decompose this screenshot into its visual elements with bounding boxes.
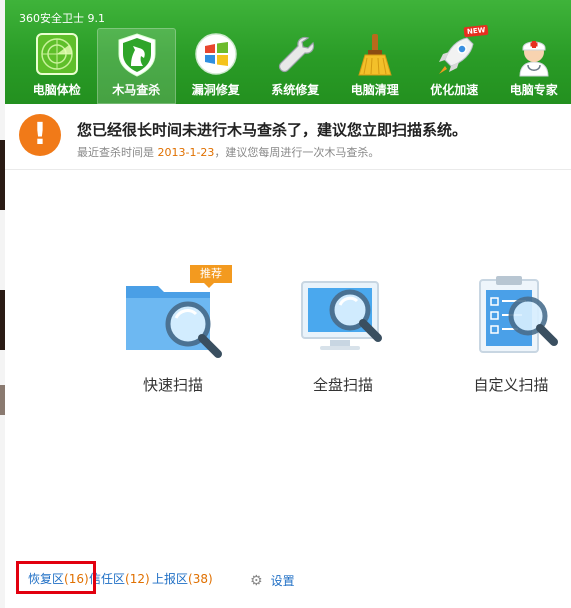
nav-label: 系统修复 [271,83,320,97]
nav-item-checkup[interactable]: 电脑体检 [17,28,97,104]
alert-sub-suffix: ，建议您每周进行一次木马查杀。 [214,146,380,159]
wrench-icon [278,36,314,73]
nav-item-cleanup[interactable]: 电脑清理 [335,28,415,104]
custom-scan-label: 自定义扫描 [473,376,549,394]
nav-item-system-repair[interactable]: 系统修复 [256,28,336,104]
alert-sub-prefix: 最近查杀时间是 [77,146,158,159]
recommend-badge: 推荐 [190,265,232,288]
last-scan-date: 2013-1-23 [157,146,215,159]
custom-scan-button[interactable]: 自定义扫描 [441,270,571,400]
nav-label: 电脑清理 [350,83,399,97]
header-bar: 360安全卫士 9.1 电脑体检 木马查杀 漏洞修复 系统修复 电脑清理 NEW… [5,0,571,104]
windows-logo-icon [195,33,237,75]
app-window: 360安全卫士 9.1 电脑体检 木马查杀 漏洞修复 系统修复 电脑清理 NEW… [5,0,571,608]
report-zone-count: (38) [188,572,213,586]
settings-label: 设置 [270,574,295,588]
nav-label: 木马查杀 [112,83,161,97]
highlight-box [16,561,96,594]
nav-label: 电脑专家 [509,83,558,97]
doctor-icon [519,41,549,77]
quick-scan-label: 快速扫描 [142,376,203,394]
scan-reminder-alert: ! 您已经很长时间未进行木马查杀了，建议您立即扫描系统。 最近查杀时间是 201… [5,104,571,170]
quick-scan-button[interactable]: 快速扫描 [103,270,243,400]
nav-label: 电脑体检 [32,83,81,97]
full-scan-label: 全盘扫描 [312,376,373,394]
rocket-icon [438,37,474,74]
gear-icon: ⚙ [250,573,263,589]
trust-zone-count: (12) [125,572,150,586]
broom-icon [358,34,392,76]
horse-shield-icon [118,33,155,77]
app-title: 360安全卫士 9.1 [19,12,105,25]
nav-label: 优化加速 [430,83,479,97]
settings-link[interactable]: ⚙ 设置 [250,572,295,589]
monitor-magnifier-icon [301,281,382,350]
nav-item-patch[interactable]: 漏洞修复 [176,28,256,104]
new-badge: NEW [463,24,489,38]
nav-item-trojan-scan[interactable]: 木马查杀 [96,28,176,104]
trust-zone-link[interactable]: 信任区(12) [89,570,150,587]
report-zone-label: 上报区 [152,572,189,586]
clipboard-magnifier-icon [479,276,558,353]
radar-icon [36,33,78,75]
nav-item-optimize[interactable]: NEW 优化加速 [415,24,495,104]
alert-title: 您已经很长时间未进行木马查杀了，建议您立即扫描系统。 [77,121,468,139]
main-nav: 电脑体检 木马查杀 漏洞修复 系统修复 电脑清理 NEW 优化加速 电脑专家 [17,24,571,104]
nav-item-expert[interactable]: 电脑专家 [494,28,571,104]
exclamation-icon: ! [19,114,61,156]
report-zone-link[interactable]: 上报区(38) [152,570,213,587]
full-scan-button[interactable]: 全盘扫描 [273,270,413,400]
nav-label: 漏洞修复 [191,83,240,97]
alert-subtitle: 最近查杀时间是 2013-1-23，建议您每周进行一次木马查杀。 [77,144,379,160]
